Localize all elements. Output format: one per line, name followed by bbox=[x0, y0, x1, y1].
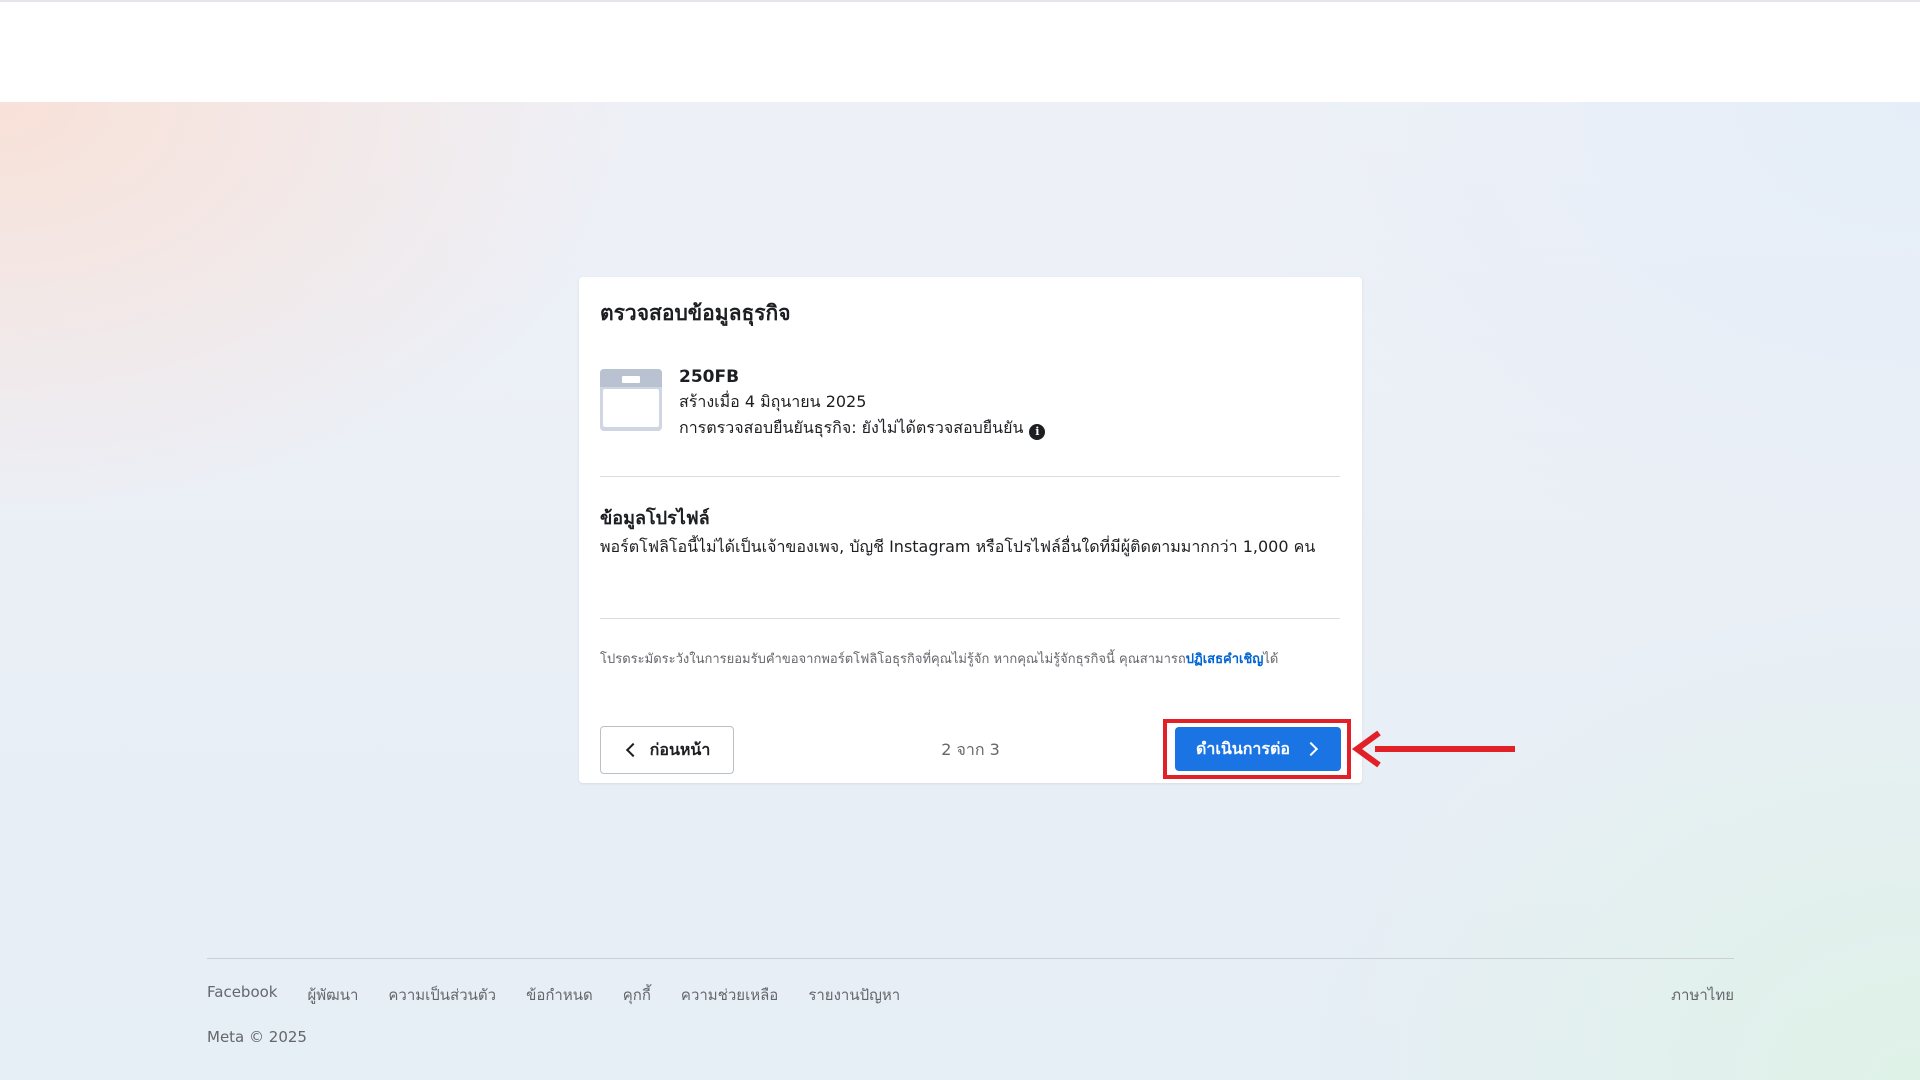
business-verification-status: การตรวจสอบยืนยันธุรกิจ: ยังไม่ได้ตรวจสอบ… bbox=[679, 418, 1024, 437]
briefcase-icon bbox=[600, 369, 662, 431]
divider bbox=[600, 618, 1340, 619]
info-icon[interactable]: i bbox=[1029, 424, 1046, 440]
chevron-right-icon bbox=[1303, 741, 1319, 757]
back-button[interactable]: ก่อนหน้า bbox=[600, 726, 734, 774]
business-details: 250FB สร้างเมื่อ 4 มิถุนายน 2025 การตรวจ… bbox=[679, 365, 1339, 441]
copyright: Meta © 2025 bbox=[207, 1028, 307, 1046]
footer-divider bbox=[207, 958, 1734, 959]
footer-link-help[interactable]: ความช่วยเหลือ bbox=[681, 983, 778, 1007]
top-bar bbox=[0, 0, 1920, 102]
profile-info-title: ข้อมูลโปรไฟล์ bbox=[600, 508, 710, 529]
back-button-label: ก่อนหน้า bbox=[649, 739, 711, 759]
card-title: ตรวจสอบข้อมูลธุรกิจ bbox=[600, 301, 791, 325]
caution-notice: โปรดระมัดระวังในการยอมรับคำขอจากพอร์ตโฟล… bbox=[600, 648, 1340, 672]
caution-suffix: ได้ bbox=[1263, 652, 1279, 667]
footer-link-privacy[interactable]: ความเป็นส่วนตัว bbox=[388, 983, 496, 1007]
continue-button[interactable]: ดำเนินการต่อ bbox=[1175, 727, 1341, 771]
decline-invitation-link[interactable]: ปฏิเสธคำเชิญ bbox=[1186, 652, 1264, 667]
business-verification-row: การตรวจสอบยืนยันธุรกิจ: ยังไม่ได้ตรวจสอบ… bbox=[679, 415, 1339, 441]
footer-link-report-problem[interactable]: รายงานปัญหา bbox=[808, 983, 900, 1007]
divider bbox=[600, 476, 1340, 477]
continue-button-label: ดำเนินการต่อ bbox=[1196, 738, 1290, 758]
footer-link-cookies[interactable]: คุกกี้ bbox=[623, 983, 651, 1007]
caution-text: โปรดระมัดระวังในการยอมรับคำขอจากพอร์ตโฟล… bbox=[600, 652, 1186, 667]
annotation-arrow-icon bbox=[1351, 730, 1515, 768]
business-summary: 250FB สร้างเมื่อ 4 มิถุนายน 2025 การตรวจ… bbox=[600, 367, 1340, 449]
profile-info-section: ข้อมูลโปรไฟล์ พอร์ตโฟลิโอนี้ไม่ได้เป็นเจ… bbox=[600, 506, 1340, 560]
business-review-card: ตรวจสอบข้อมูลธุรกิจ 250FB สร้างเมื่อ 4 ม… bbox=[579, 277, 1362, 783]
footer-link-facebook[interactable]: Facebook bbox=[207, 983, 277, 1007]
footer-link-developers[interactable]: ผู้พัฒนา bbox=[307, 983, 358, 1007]
business-name: 250FB bbox=[679, 367, 740, 387]
language-selector[interactable]: ภาษาไทย bbox=[1671, 983, 1734, 1007]
footer-links: Facebook ผู้พัฒนา ความเป็นส่วนตัว ข้อกำห… bbox=[207, 983, 900, 1007]
chevron-left-icon bbox=[625, 742, 640, 758]
footer-link-terms[interactable]: ข้อกำหนด bbox=[526, 983, 593, 1007]
profile-info-description: พอร์ตโฟลิโอนี้ไม่ได้เป็นเจ้าของเพจ, บัญช… bbox=[600, 537, 1316, 556]
business-created-date: สร้างเมื่อ 4 มิถุนายน 2025 bbox=[679, 392, 867, 411]
